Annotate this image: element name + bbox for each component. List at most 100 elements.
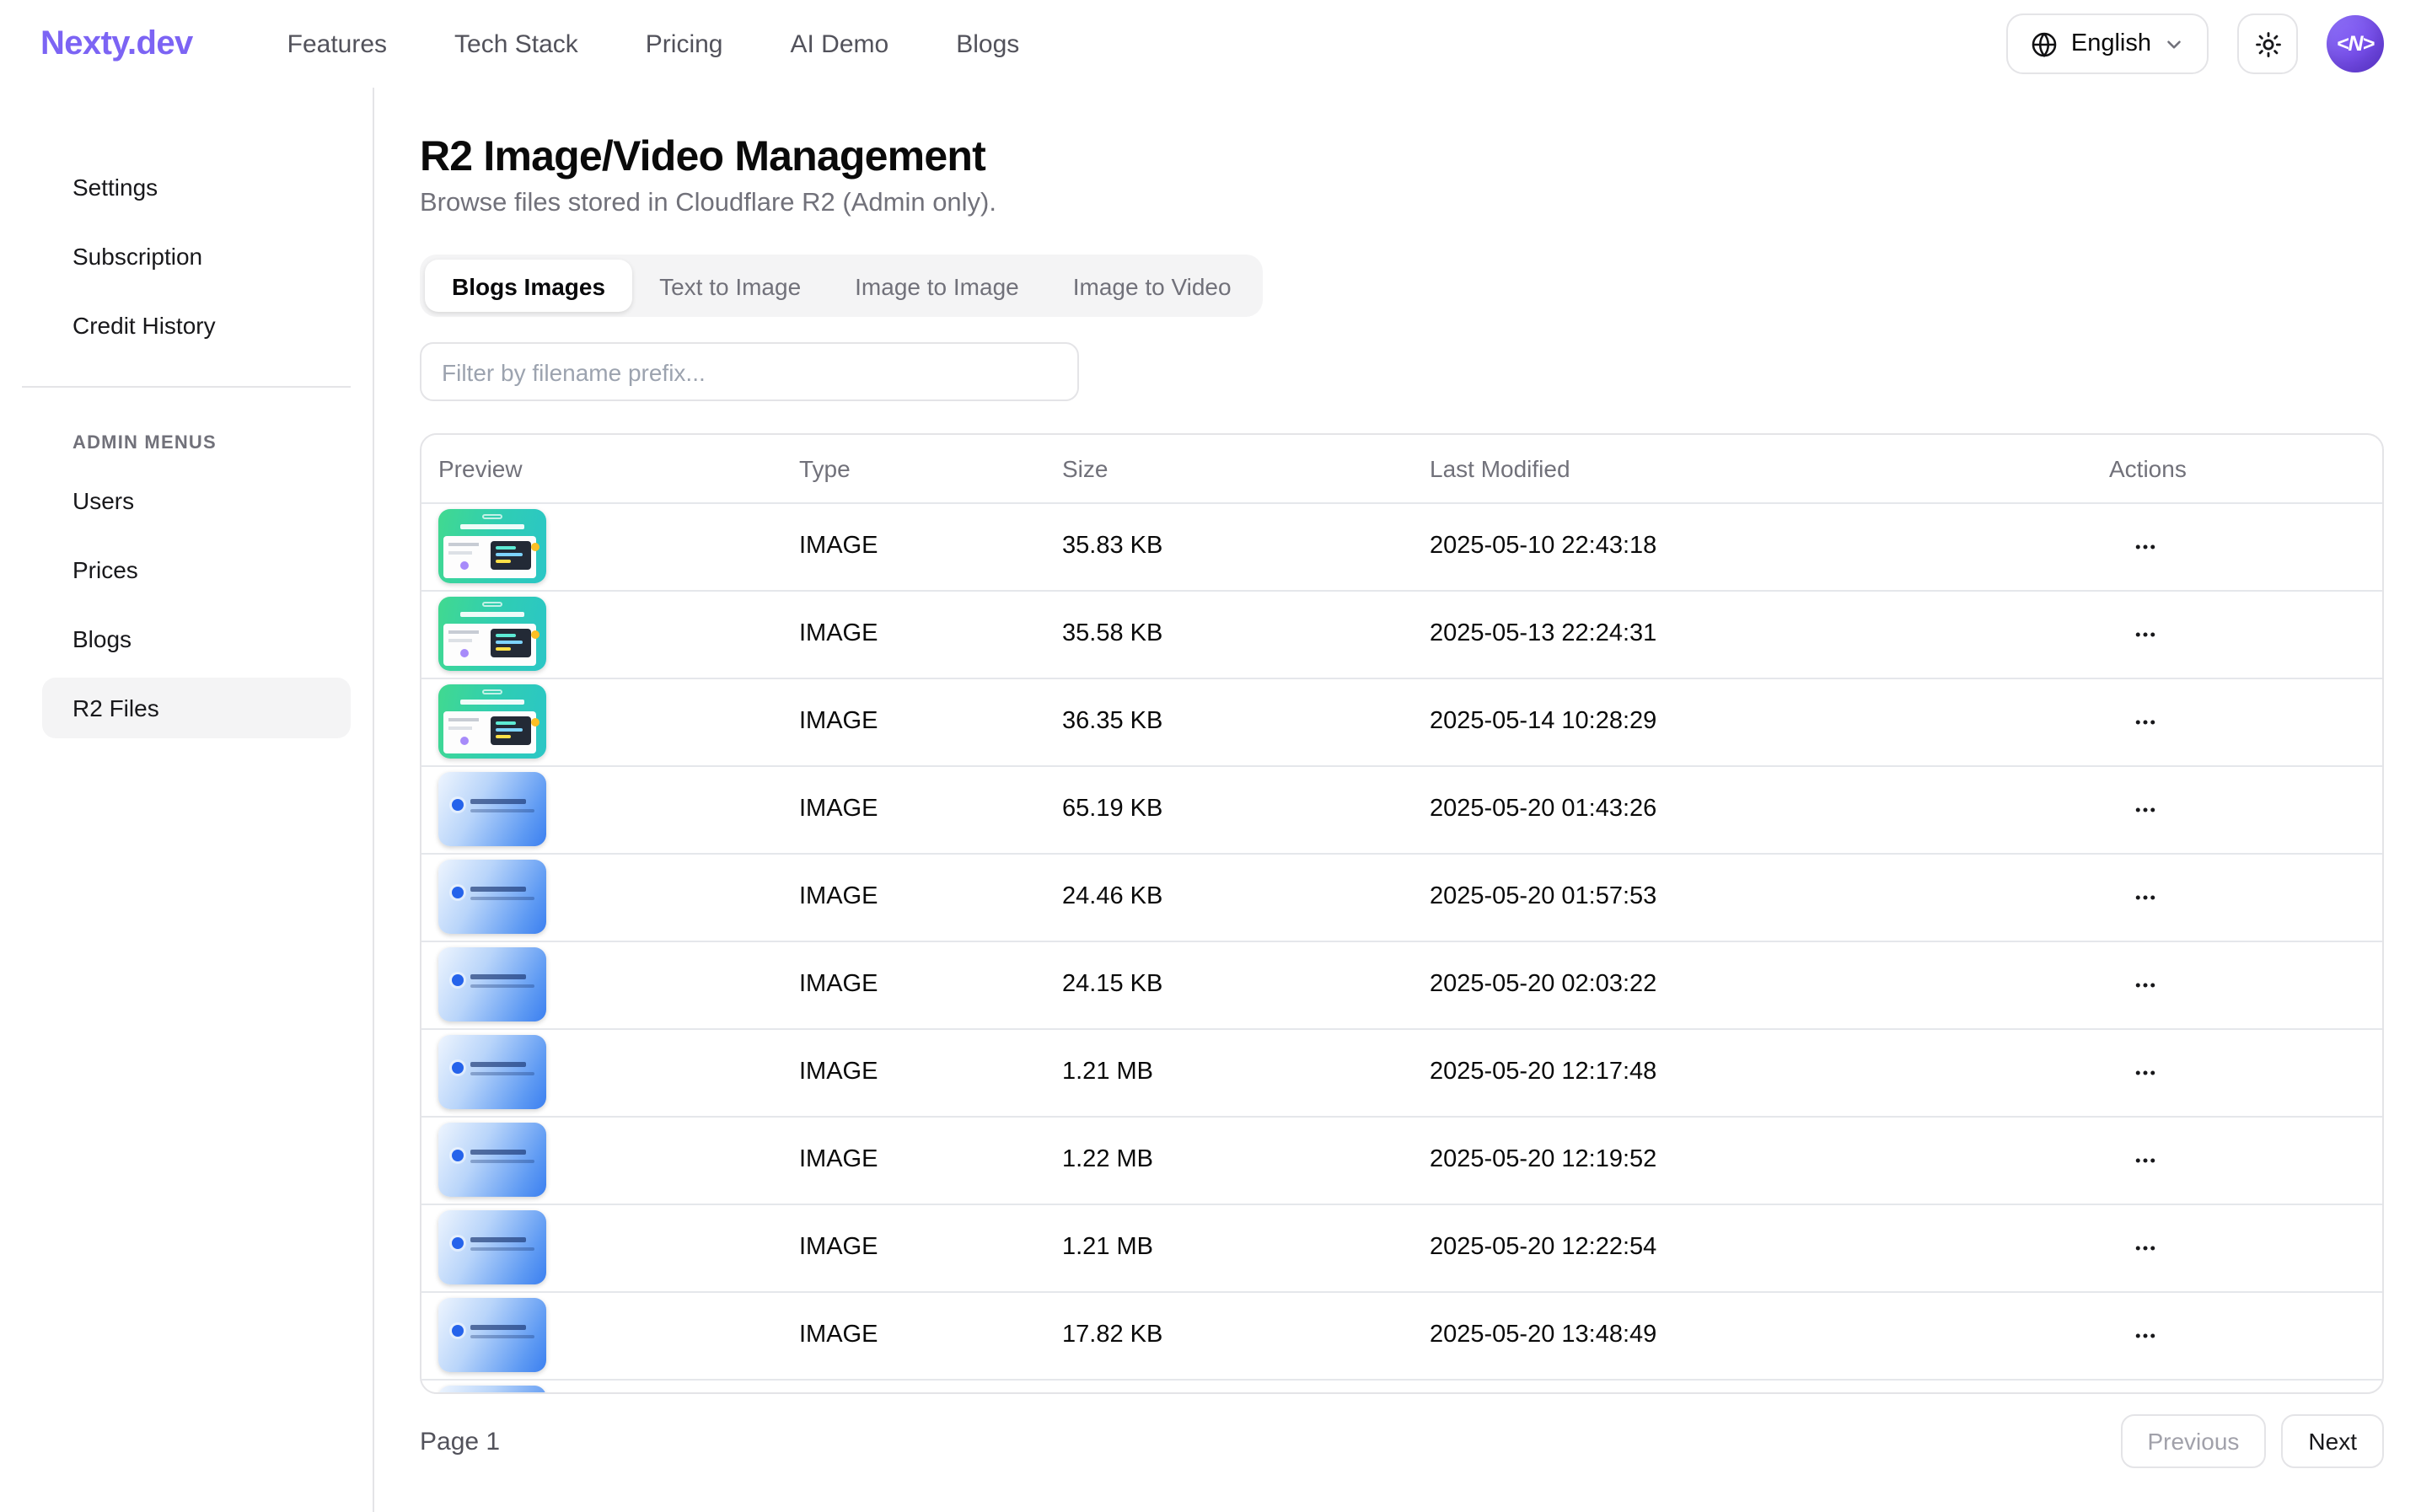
tab-image-to-video[interactable]: Image to Video [1046,260,1259,312]
file-size: 65.19 KB [1045,765,1413,853]
file-size: 17.82 KB [1045,1291,1413,1379]
file-thumbnail [438,772,546,846]
file-modified: 2025-05-20 02:03:22 [1413,941,2092,1028]
row-actions-button[interactable] [2123,877,2168,916]
file-modified: 2025-05-20 12:19:52 [1413,1116,2092,1204]
ellipsis-icon [2133,709,2158,734]
row-actions-button[interactable] [2123,790,2168,828]
row-actions-button[interactable] [2123,614,2168,653]
file-modified: 2025-05-13 22:24:31 [1413,590,2092,678]
globe-icon [2031,29,2059,58]
sidebar-item-credit-history[interactable]: Credit History [42,295,351,356]
file-type: IMAGE [782,590,1045,678]
file-thumbnail [438,1210,546,1284]
sidebar-item-settings[interactable]: Settings [42,157,351,217]
avatar-initials: <N> [2337,32,2374,56]
page-title: R2 Image/Video Management [420,131,2384,182]
files-table: PreviewTypeSizeLast ModifiedActions IMAG… [420,433,2384,1394]
sun-icon [2253,29,2282,58]
file-size [1045,1379,1413,1394]
sidebar-item-r2-files[interactable]: R2 Files [42,678,351,738]
nav-link-ai-demo[interactable]: AI Demo [791,29,889,58]
file-thumbnail [438,509,546,583]
sidebar-item-prices[interactable]: Prices [42,539,351,600]
row-actions-button[interactable] [2123,1140,2168,1179]
sidebar-user-section: Settings Subscription Credit History [22,157,351,356]
file-modified: 2025-05-20 12:22:54 [1413,1204,2092,1291]
file-type: IMAGE [782,502,1045,590]
table-row: IMAGE24.15 KB2025-05-20 02:03:22 [421,941,2384,1028]
file-type: IMAGE [782,765,1045,853]
file-size: 35.58 KB [1045,590,1413,678]
pagination: Page 1 Previous Next [420,1414,2384,1468]
tab-list: Blogs ImagesText to ImageImage to ImageI… [420,255,1264,317]
row-actions-button[interactable] [2123,1228,2168,1267]
file-thumbnail [438,947,546,1021]
file-thumbnail [438,1298,546,1372]
file-size: 35.83 KB [1045,502,1413,590]
file-thumbnail [438,1386,546,1395]
nav-link-pricing[interactable]: Pricing [646,29,723,58]
file-type [782,1379,1045,1394]
table-row [421,1379,2384,1394]
sidebar-item-blogs[interactable]: Blogs [42,609,351,669]
row-actions-button[interactable] [2123,1053,2168,1091]
file-thumbnail [438,684,546,759]
tab-blogs-images[interactable]: Blogs Images [425,260,632,312]
row-actions-button[interactable] [2123,527,2168,566]
table-row: IMAGE36.35 KB2025-05-14 10:28:29 [421,678,2384,765]
file-size: 24.46 KB [1045,853,1413,941]
table-row: IMAGE1.21 MB2025-05-20 12:22:54 [421,1204,2384,1291]
main-nav: Features Tech Stack Pricing AI Demo Blogs [287,29,1020,58]
file-modified: 2025-05-20 01:43:26 [1413,765,2092,853]
user-avatar[interactable]: <N> [2327,15,2384,72]
file-modified [1413,1379,2092,1394]
column-header-type: Type [782,435,1045,502]
tab-image-to-image[interactable]: Image to Image [828,260,1046,312]
filter-input[interactable] [420,342,1079,401]
nav-link-features[interactable]: Features [287,29,387,58]
row-actions-button[interactable] [2123,965,2168,1004]
file-thumbnail [438,1035,546,1109]
next-page-button[interactable]: Next [2281,1414,2384,1468]
file-type: IMAGE [782,941,1045,1028]
table-row: IMAGE35.58 KB2025-05-13 22:24:31 [421,590,2384,678]
ellipsis-icon [2133,1322,2158,1348]
file-type: IMAGE [782,853,1045,941]
sidebar-item-subscription[interactable]: Subscription [42,226,351,287]
tab-text-to-image[interactable]: Text to Image [632,260,828,312]
file-modified: 2025-05-20 13:48:49 [1413,1291,2092,1379]
brand-logo[interactable]: Nexty.dev [40,24,193,63]
sidebar: Settings Subscription Credit History ADMIN… [0,88,374,1512]
row-actions-button[interactable] [2123,1316,2168,1354]
table-row: IMAGE1.21 MB2025-05-20 12:17:48 [421,1028,2384,1116]
ellipsis-icon [2133,796,2158,822]
topbar-actions: English <N> [2007,13,2384,74]
file-type: IMAGE [782,1291,1045,1379]
table-row: IMAGE1.22 MB2025-05-20 12:19:52 [421,1116,2384,1204]
file-size: 1.22 MB [1045,1116,1413,1204]
sidebar-divider [22,386,351,388]
file-size: 1.21 MB [1045,1028,1413,1116]
previous-page-button[interactable]: Previous [2120,1414,2266,1468]
table-row: IMAGE24.46 KB2025-05-20 01:57:53 [421,853,2384,941]
ellipsis-icon [2133,972,2158,997]
table-row: IMAGE17.82 KB2025-05-20 13:48:49 [421,1291,2384,1379]
file-thumbnail [438,860,546,934]
nav-link-tech-stack[interactable]: Tech Stack [454,29,578,58]
page: Nexty.dev Features Tech Stack Pricing AI De… [0,0,2421,1512]
ellipsis-icon [2133,1235,2158,1260]
file-type: IMAGE [782,1204,1045,1291]
nav-link-blogs[interactable]: Blogs [956,29,1019,58]
file-size: 36.35 KB [1045,678,1413,765]
table-row: IMAGE35.83 KB2025-05-10 22:43:18 [421,502,2384,590]
language-selector[interactable]: English [2007,13,2209,74]
file-size: 24.15 KB [1045,941,1413,1028]
theme-toggle-button[interactable] [2237,13,2298,74]
column-header-last-modified: Last Modified [1413,435,2092,502]
row-actions-button[interactable] [2123,702,2168,741]
sidebar-item-users[interactable]: Users [42,470,351,531]
file-modified: 2025-05-10 22:43:18 [1413,502,2092,590]
sidebar-section-label: ADMIN MENUS [72,433,351,453]
file-thumbnail [438,597,546,671]
